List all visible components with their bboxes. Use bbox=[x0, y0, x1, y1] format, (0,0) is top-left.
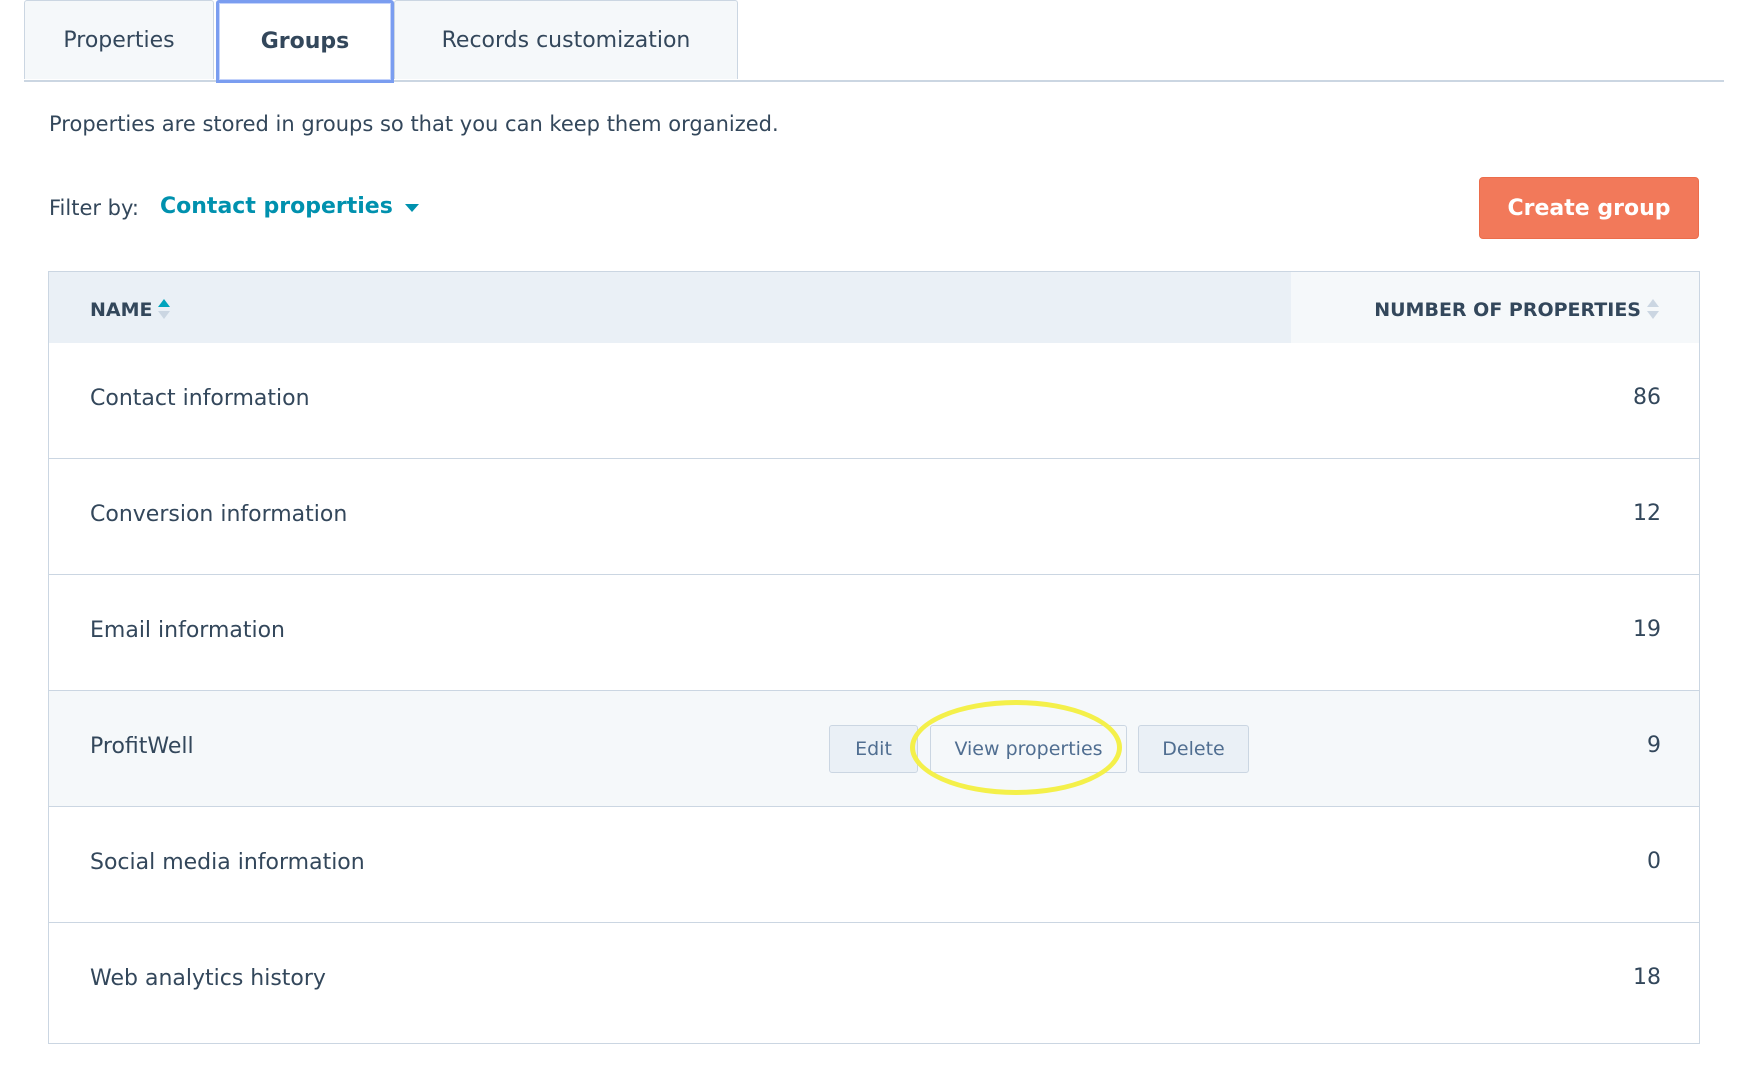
filter-label: Filter by: bbox=[49, 196, 139, 220]
column-header-count[interactable]: NUMBER OF PROPERTIES bbox=[1291, 272, 1699, 343]
column-header-count-label: NUMBER OF PROPERTIES bbox=[1374, 299, 1641, 321]
tab-groups-label: Groups bbox=[260, 29, 350, 54]
group-name-link[interactable]: Conversion information bbox=[90, 502, 347, 527]
groups-table: NAME NUMBER OF PROPERTIES Contact inform… bbox=[48, 271, 1700, 1044]
group-name-link[interactable]: Email information bbox=[90, 618, 285, 643]
table-row[interactable]: Web analytics history 18 bbox=[49, 923, 1699, 1039]
table-row[interactable]: Contact information 86 bbox=[49, 343, 1699, 459]
column-header-name-label: NAME bbox=[90, 299, 153, 321]
chevron-down-icon bbox=[404, 203, 419, 212]
tab-records-customization[interactable]: Records customization bbox=[394, 0, 738, 79]
page-description: Properties are stored in groups so that … bbox=[49, 112, 779, 136]
table-row[interactable]: Conversion information 12 bbox=[49, 459, 1699, 575]
tab-groups[interactable]: Groups bbox=[216, 0, 394, 83]
filter-dropdown-value: Contact properties bbox=[160, 194, 393, 219]
column-header-name[interactable]: NAME bbox=[49, 272, 1291, 343]
table-header: NAME NUMBER OF PROPERTIES bbox=[49, 272, 1699, 344]
group-name-link[interactable]: Web analytics history bbox=[90, 966, 326, 991]
property-count: 86 bbox=[1633, 385, 1661, 410]
group-name-link[interactable]: Contact information bbox=[90, 386, 310, 411]
table-row[interactable]: Email information 19 bbox=[49, 575, 1699, 691]
property-count: 18 bbox=[1633, 965, 1661, 990]
sort-icon bbox=[158, 297, 170, 323]
tab-bar: Properties Groups Records customization bbox=[24, 0, 1724, 83]
group-name-link[interactable]: Social media information bbox=[90, 850, 365, 875]
tab-records-customization-label: Records customization bbox=[441, 27, 691, 53]
tab-properties-label: Properties bbox=[63, 27, 175, 53]
tab-properties[interactable]: Properties bbox=[24, 0, 214, 79]
property-count: 0 bbox=[1647, 849, 1661, 874]
create-group-button[interactable]: Create group bbox=[1479, 177, 1699, 239]
property-count: 9 bbox=[1647, 733, 1661, 758]
view-properties-button[interactable]: View properties bbox=[930, 725, 1127, 773]
table-row[interactable]: ProfitWell Edit View properties Delete 9 bbox=[49, 691, 1699, 807]
delete-button[interactable]: Delete bbox=[1138, 725, 1249, 773]
edit-button[interactable]: Edit bbox=[829, 725, 918, 773]
group-name-link[interactable]: ProfitWell bbox=[90, 734, 194, 759]
filter-dropdown[interactable]: Contact properties bbox=[160, 194, 419, 219]
sort-icon bbox=[1647, 297, 1659, 323]
table-row[interactable]: Social media information 0 bbox=[49, 807, 1699, 923]
property-count: 12 bbox=[1633, 501, 1661, 526]
property-count: 19 bbox=[1633, 617, 1661, 642]
